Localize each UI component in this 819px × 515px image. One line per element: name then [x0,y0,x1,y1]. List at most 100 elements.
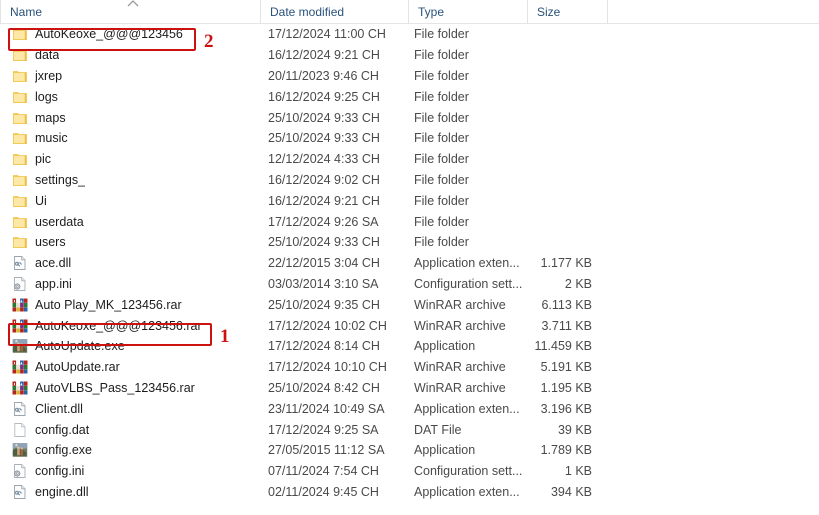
column-header-name[interactable]: Name [0,0,260,24]
table-row[interactable]: AutoUpdate.exe 17/12/2024 8:14 CH Applicat… [0,336,819,357]
dll-icon [12,484,28,500]
cell-size: 1.789 KB [540,443,592,458]
table-row[interactable]: userdata 17/12/2024 9:26 SA File folder [0,211,819,232]
file-list[interactable]: AutoKeoxe_@@@123456 17/12/2024 11:00 CH Fi… [0,24,819,515]
cell-type: WinRAR archive [414,380,506,395]
cell-type: File folder [414,193,469,208]
cell-name[interactable]: AutoKeoxe_@@@123456 [12,24,260,45]
table-row[interactable]: maps 25/10/2024 9:33 CH File folder [0,107,819,128]
cell-date-modified: 20/11/2023 9:46 CH [268,68,379,83]
cell-name[interactable]: AutoUpdate.rar [12,357,260,378]
table-row[interactable]: settings_ 16/12/2024 9:02 CH File folder [0,170,819,191]
cell-name[interactable]: music [12,128,260,149]
table-row[interactable]: engine.dll 02/11/2024 9:45 CH Application … [0,482,819,503]
cell-date-modified: 02/11/2024 9:45 CH [268,484,379,499]
folder-icon [12,214,28,230]
cell-type: File folder [414,152,469,167]
cell-name[interactable]: config.ini [12,461,260,482]
cell-name[interactable]: userdata [12,211,260,232]
table-row[interactable]: config.exe 27/05/2015 11:12 SA Application… [0,440,819,461]
table-row[interactable]: app.ini 03/03/2014 3:10 SA Configuration s… [0,274,819,295]
file-name-label: users [35,235,66,250]
table-row[interactable]: users 25/10/2024 9:33 CH File folder [0,232,819,253]
folder-icon [12,26,28,42]
cell-name[interactable]: ace.dll [12,253,260,274]
cell-date-modified: 22/12/2015 3:04 CH [268,256,380,271]
cell-name[interactable]: engine.dll [12,482,260,503]
cell-size [520,24,600,45]
table-row[interactable]: music 25/10/2024 9:33 CH File folder [0,128,819,149]
cell-name[interactable]: Ui [12,190,260,211]
cell-name[interactable]: Client.dll [12,398,260,419]
table-row[interactable]: data 16/12/2024 9:21 CH File folder [0,45,819,66]
cell-name[interactable]: maps [12,107,260,128]
cell-name[interactable]: AutoUpdate.exe [12,336,260,357]
cell-date-modified: 17/12/2024 10:02 CH [268,318,387,333]
file-name-label: config.exe [35,443,92,458]
cell-name[interactable]: jxrep [12,66,260,87]
cell-type: Configuration sett... [414,276,523,291]
folder-icon [12,193,28,209]
file-name-label: config.ini [35,464,85,479]
table-row[interactable]: pic 12/12/2024 4:33 CH File folder [0,149,819,170]
table-row[interactable]: AutoKeoxe_@@@123456 17/12/2024 11:00 CH Fi… [0,24,819,45]
ini-icon [12,276,28,292]
table-row[interactable]: config.ini 07/11/2024 7:54 CH Configuratio… [0,461,819,482]
cell-type: Application [414,339,476,354]
cell-size: 394 KB [550,484,592,499]
cell-name[interactable]: users [12,232,260,253]
cell-size: 2 KB [564,276,592,291]
column-header-size[interactable]: Size [527,0,607,24]
cell-date-modified: 17/12/2024 9:25 SA [268,422,379,437]
cell-type: Application exten... [414,256,520,271]
cell-name[interactable]: config.exe [12,440,260,461]
column-header-row: Name Date modified Type Size [0,0,819,24]
column-header-date-modified[interactable]: Date modified [260,0,408,24]
cell-type: File folder [414,131,469,146]
table-row[interactable]: Client.dll 23/11/2024 10:49 SA Application… [0,398,819,419]
table-row[interactable]: config.dat 17/12/2024 9:25 SA DAT File 39 K… [0,419,819,440]
cell-name[interactable]: Auto Play_MK_123456.rar [12,294,260,315]
file-name-label: settings_ [35,172,86,187]
file-name-label: ace.dll [35,256,72,271]
cell-date-modified: 25/10/2024 9:33 CH [268,235,380,250]
folder-icon [12,110,28,126]
cell-name[interactable]: config.dat [12,419,260,440]
table-row[interactable]: AutoKeoxe_@@@123456.rar 17/12/2024 10:02 … [0,315,819,336]
table-row[interactable]: logs 16/12/2024 9:25 CH File folder [0,86,819,107]
app-photo-icon [12,442,28,458]
cell-name[interactable]: pic [12,149,260,170]
table-row[interactable]: AutoUpdate.rar 17/12/2024 10:10 CH WinRAR … [0,357,819,378]
column-header-type-label: Type [418,5,445,19]
cell-size [520,190,600,211]
file-name-label: maps [35,110,66,125]
file-name-label: AutoKeoxe_@@@123456.rar [35,318,202,333]
file-name-label: logs [35,89,58,104]
dll-icon [12,255,28,271]
cell-size [520,86,600,107]
cell-date-modified: 16/12/2024 9:02 CH [268,172,380,187]
cell-size: 1.177 KB [540,256,592,271]
cell-date-modified: 16/12/2024 9:21 CH [268,48,380,63]
cell-size [520,107,600,128]
cell-name[interactable]: data [12,45,260,66]
cell-name[interactable]: AutoVLBS_Pass_123456.rar [12,378,260,399]
table-row[interactable]: jxrep 20/11/2023 9:46 CH File folder [0,66,819,87]
cell-name[interactable]: logs [12,86,260,107]
column-header-spacer[interactable] [607,0,819,24]
table-row[interactable]: ace.dll 22/12/2015 3:04 CH Application ext… [0,253,819,274]
cell-date-modified: 25/10/2024 9:33 CH [268,131,380,146]
table-row[interactable]: Auto Play_MK_123456.rar 25/10/2024 9:35 C… [0,294,819,315]
table-row[interactable]: Ui 16/12/2024 9:21 CH File folder [0,190,819,211]
cell-name[interactable]: settings_ [12,170,260,191]
dll-icon [12,401,28,417]
cell-type: Configuration sett... [414,464,523,479]
cell-name[interactable]: app.ini [12,274,260,295]
cell-date-modified: 17/12/2024 11:00 CH [268,27,386,42]
cell-name[interactable]: AutoKeoxe_@@@123456.rar [12,315,260,336]
table-row[interactable]: AutoVLBS_Pass_123456.rar 25/10/2024 8:42 … [0,378,819,399]
cell-type: File folder [414,110,469,125]
column-header-type[interactable]: Type [408,0,527,24]
file-name-label: userdata [35,214,84,229]
cell-date-modified: 25/10/2024 8:42 CH [268,380,380,395]
